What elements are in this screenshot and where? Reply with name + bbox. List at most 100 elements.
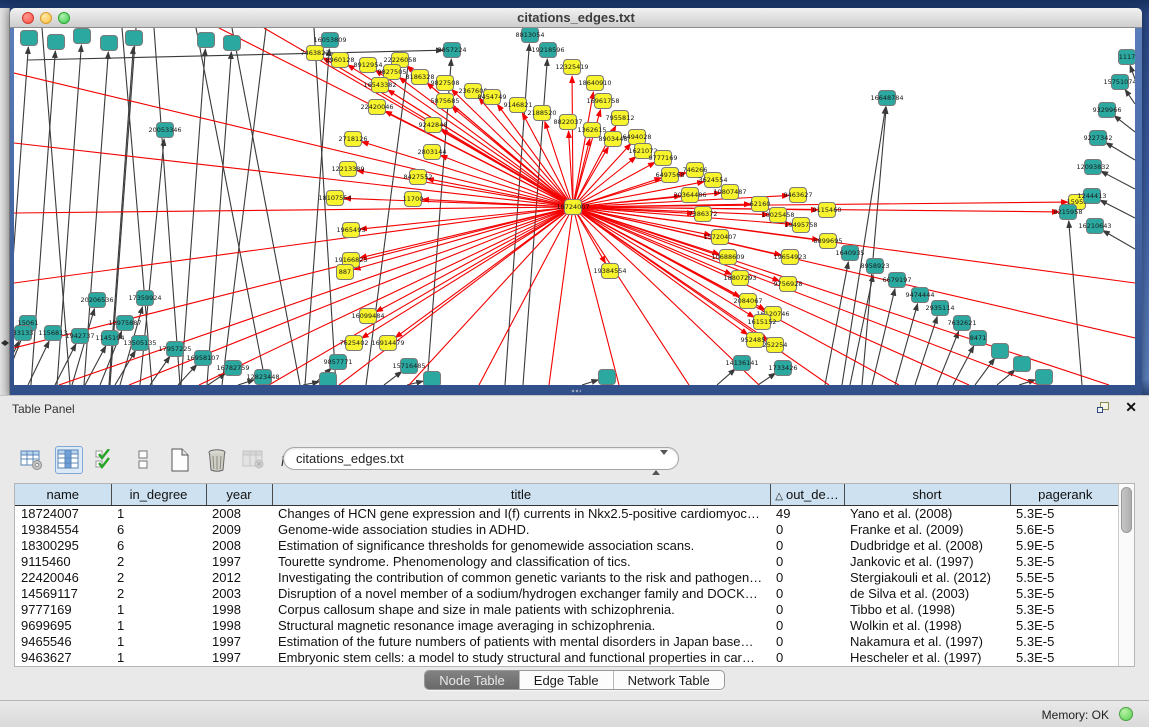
network-node[interactable]	[21, 31, 38, 46]
attribute-table-body[interactable]: namein_degreeyeartitle△out_de…shortpager…	[15, 484, 1118, 666]
table-row[interactable]: 1830029562008Estimation of significance …	[15, 537, 1118, 553]
table-chooser-select[interactable]: citations_edges.txt	[283, 447, 679, 470]
table-row[interactable]: 946554611997Estimation of the future num…	[15, 633, 1118, 649]
column-header-year[interactable]: year	[206, 484, 272, 505]
network-node[interactable]: 1117	[1119, 50, 1136, 65]
network-node[interactable]: 8958923	[861, 259, 890, 274]
network-node[interactable]: 12325419	[555, 60, 588, 75]
network-node[interactable]	[599, 370, 616, 385]
float-panel-icon[interactable]	[1097, 402, 1111, 415]
network-node[interactable]: 16210643	[1078, 219, 1111, 234]
delete-table-button[interactable]	[240, 446, 268, 474]
network-node[interactable]: 16914479	[371, 336, 404, 351]
column-header-title[interactable]: title	[272, 484, 770, 505]
show-columns-button[interactable]	[55, 446, 83, 474]
network-node[interactable]: 7625402	[340, 336, 369, 351]
column-header-short[interactable]: short	[844, 484, 1010, 505]
tab-network-table[interactable]: Network Table	[614, 671, 724, 689]
network-node[interactable]: 9756928	[774, 277, 803, 292]
table-row[interactable]: 911546021997Tourette syndrome. Phenomeno…	[15, 553, 1118, 569]
network-node[interactable]: 12213389	[331, 162, 364, 177]
network-node[interactable]: 62160	[750, 197, 771, 212]
network-node[interactable]	[320, 373, 337, 386]
change-table-mode-button[interactable]	[18, 446, 46, 474]
memory-status-icon[interactable]	[1119, 707, 1133, 721]
network-node[interactable]	[992, 344, 1009, 359]
left-panel-strip[interactable]	[0, 8, 10, 395]
network-node[interactable]	[48, 35, 65, 50]
panel-collapse-arrows-icon[interactable]	[1, 338, 9, 348]
network-node[interactable]: 9463627	[784, 188, 813, 203]
network-node[interactable]	[198, 33, 215, 48]
network-window-titlebar[interactable]: citations_edges.txt	[10, 8, 1142, 28]
close-panel-icon[interactable]: ✕	[1125, 399, 1137, 416]
table-row[interactable]: 969969511998Structural magnetic resonanc…	[15, 617, 1118, 633]
network-node[interactable]: 15716485	[392, 359, 425, 374]
network-node[interactable]: 13505135	[123, 336, 156, 351]
network-node[interactable]: 19384554	[593, 264, 626, 279]
column-header-out-de-[interactable]: △out_de…	[770, 484, 844, 505]
network-node[interactable]: 11700	[403, 192, 424, 207]
network-node[interactable]	[74, 29, 91, 44]
table-row[interactable]: 2242004622012Investigating the contribut…	[15, 569, 1118, 585]
network-node[interactable]: 2803144	[418, 145, 447, 160]
network-node[interactable]: 1145194	[96, 331, 125, 346]
network-node[interactable]: 19654923	[773, 250, 806, 265]
network-node[interactable]: 16648784	[870, 91, 903, 106]
network-node[interactable]: 8813054	[516, 28, 545, 43]
column-header-in-degree[interactable]: in_degree	[111, 484, 206, 505]
network-node[interactable]	[126, 31, 143, 46]
table-row[interactable]: 977716911998Corpus callosum shape and si…	[15, 601, 1118, 617]
select-all-button[interactable]	[92, 446, 120, 474]
network-node[interactable]	[101, 36, 118, 51]
table-row[interactable]: 1456911722003Disruption of a novel membe…	[15, 585, 1118, 601]
deselect-all-button[interactable]	[129, 446, 157, 474]
splitter-grip[interactable]	[571, 389, 581, 393]
table-row[interactable]: 1938455462009Genome-wide association stu…	[15, 521, 1118, 537]
network-node[interactable]: 1733426	[769, 361, 798, 376]
network-node[interactable]: 8471	[970, 331, 987, 346]
network-node[interactable]: 7955812	[606, 111, 635, 126]
network-node[interactable]: 8899695	[814, 234, 843, 249]
tab-node-table[interactable]: Node Table	[425, 671, 520, 689]
network-node[interactable]	[224, 36, 241, 51]
network-node[interactable]: 9857771	[324, 355, 353, 370]
network-node[interactable]: 2718126	[339, 132, 368, 147]
network-node[interactable]: 18107554	[318, 191, 351, 206]
table-row[interactable]: 1872400712008Changes of HCN gene express…	[15, 505, 1118, 521]
network-node[interactable]: 9329966	[1093, 103, 1122, 118]
network-node[interactable]: 9227342	[1084, 131, 1113, 146]
network-node[interactable]: 1640935	[836, 246, 865, 261]
network-node[interactable]: 15751074	[1103, 75, 1135, 90]
network-node[interactable]: 17359924	[128, 291, 161, 306]
network-node[interactable]	[424, 372, 441, 386]
network-node[interactable]: 19218596	[531, 43, 564, 58]
column-header-pagerank[interactable]: pagerank	[1010, 484, 1118, 505]
column-header-name[interactable]: name	[15, 484, 111, 505]
network-node[interactable]: 252254	[763, 338, 788, 353]
network-node[interactable]	[1014, 357, 1031, 372]
network-node[interactable]	[1036, 370, 1053, 385]
network-node[interactable]: 8960128	[326, 53, 355, 68]
network-node[interactable]: 20053346	[148, 123, 181, 138]
network-canvas[interactable]: 1872400774638228960128891295422226058982…	[14, 28, 1135, 385]
network-node[interactable]: 7632621	[948, 316, 977, 331]
network-node[interactable]: 18640910	[578, 76, 611, 91]
network-node[interactable]: 1156813	[39, 326, 68, 341]
delete-columns-button[interactable]	[203, 446, 231, 474]
network-node[interactable]: 16099484	[351, 309, 384, 324]
network-node[interactable]: 3857224	[438, 43, 467, 58]
network-node[interactable]: 9827508	[431, 76, 460, 91]
new-column-button[interactable]	[166, 446, 194, 474]
table-scrollbar[interactable]	[1118, 484, 1134, 666]
network-node[interactable]: 15720407	[703, 230, 736, 245]
table-scrollbar-thumb[interactable]	[1121, 487, 1132, 533]
network-node[interactable]: 33133	[14, 326, 33, 341]
network-node[interactable]: 20206536	[80, 293, 113, 308]
network-node[interactable]: 2935114	[926, 301, 955, 316]
network-node[interactable]: 887	[337, 265, 354, 280]
network-node[interactable]: 12093832	[1076, 160, 1109, 175]
table-row[interactable]: 946362711997Embryonic stem cells: a mode…	[15, 649, 1118, 665]
tab-edge-table[interactable]: Edge Table	[520, 671, 614, 689]
network-node[interactable]: 1942737	[66, 329, 95, 344]
